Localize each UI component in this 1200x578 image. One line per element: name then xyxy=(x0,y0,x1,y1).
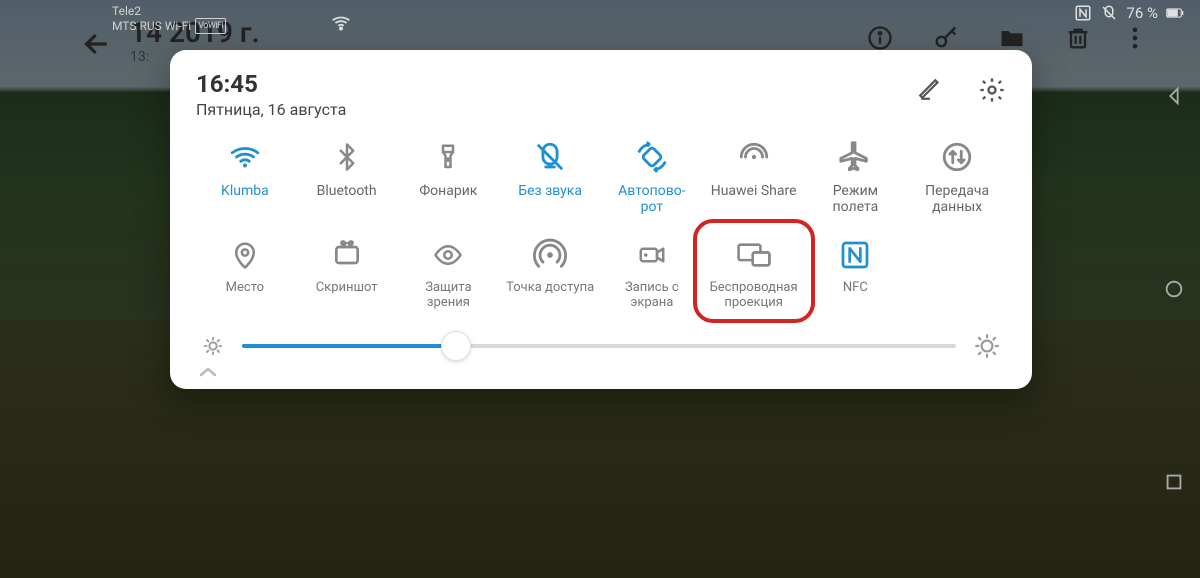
vowifi-badge: VoWiFi xyxy=(195,18,226,34)
status-bar: Tele2 MTS RUS Wi-Fi VoWiFi 76 % xyxy=(0,0,1200,52)
nfc-status-icon xyxy=(1074,4,1092,22)
qs-wifi[interactable]: Klumba xyxy=(196,139,294,215)
qs-nfc[interactable]: NFC xyxy=(807,237,905,313)
qs-label: Беспроводная проекция xyxy=(709,281,799,313)
qs-location[interactable]: Место xyxy=(196,237,294,313)
brightness-slider[interactable] xyxy=(196,333,1006,359)
nav-bar xyxy=(1154,0,1194,578)
qs-label: Защита зрения xyxy=(403,281,493,313)
qs-screenshot[interactable]: Скриншот xyxy=(298,237,396,313)
qs-share[interactable]: Huawei Share xyxy=(705,139,803,215)
qs-label: Klumba xyxy=(221,183,269,215)
data-icon xyxy=(939,139,975,175)
airplane-icon xyxy=(837,139,873,175)
nav-recent-icon[interactable] xyxy=(1163,471,1185,493)
qs-label: Запись с экрана xyxy=(607,281,697,313)
qs-data[interactable]: Передача данных xyxy=(908,139,1006,215)
gear-icon[interactable] xyxy=(978,76,1006,104)
qs-label: Автопово-рот xyxy=(618,183,685,215)
qs-mute[interactable]: Без звука xyxy=(501,139,599,215)
nav-home-icon[interactable] xyxy=(1163,278,1185,300)
eye-icon xyxy=(430,237,466,273)
nav-back-icon[interactable] xyxy=(1163,85,1185,107)
record-icon xyxy=(634,237,670,273)
wifi-icon xyxy=(227,139,263,175)
wifi-status-icon xyxy=(330,12,352,34)
autorotate-icon xyxy=(634,139,670,175)
qs-label: Передача данных xyxy=(912,183,1002,215)
mute-icon xyxy=(532,139,568,175)
qs-autorotate[interactable]: Автопово-рот xyxy=(603,139,701,215)
qs-label: Bluetooth xyxy=(317,183,377,215)
qs-label: Фонарик xyxy=(419,183,477,215)
qs-record[interactable]: Запись с экрана xyxy=(603,237,701,313)
qs-bluetooth[interactable]: Bluetooth xyxy=(298,139,396,215)
share-icon xyxy=(736,139,772,175)
quick-settings-grid: Klumba Bluetooth Фонарик Без звука Автопово-… xyxy=(196,139,1006,313)
qs-label: Без звука xyxy=(518,183,582,215)
panel-time: 16:45 xyxy=(196,72,346,96)
cast-icon xyxy=(736,237,772,273)
screenshot-icon xyxy=(329,237,365,273)
qs-label: Место xyxy=(226,281,264,313)
collapse-chevron-icon[interactable] xyxy=(196,359,1006,381)
qs-hotspot[interactable]: Точка доступа xyxy=(501,237,599,313)
qs-label: Режим полета xyxy=(810,183,900,215)
qs-flashlight[interactable]: Фонарик xyxy=(400,139,498,215)
carrier-2: MTS RUS Wi-Fi xyxy=(112,19,191,33)
brightness-high-icon xyxy=(974,333,1000,359)
qs-label: Скриншот xyxy=(316,281,378,313)
brightness-track[interactable] xyxy=(242,344,956,348)
mute-status-icon xyxy=(1100,4,1118,22)
panel-date: Пятница, 16 августа xyxy=(196,100,346,119)
qs-eye[interactable]: Защита зрения xyxy=(400,237,498,313)
nfc-icon xyxy=(837,237,873,273)
qs-airplane[interactable]: Режим полета xyxy=(807,139,905,215)
location-icon xyxy=(227,237,263,273)
edit-icon[interactable] xyxy=(918,76,944,104)
flashlight-icon xyxy=(430,139,466,175)
hotspot-icon xyxy=(532,237,568,273)
qs-label: Huawei Share xyxy=(711,183,797,215)
brightness-thumb[interactable] xyxy=(441,331,471,361)
qs-cast[interactable]: Беспроводная проекция xyxy=(705,237,803,313)
qs-label: Точка доступа xyxy=(506,281,594,313)
bluetooth-icon xyxy=(329,139,365,175)
brightness-low-icon xyxy=(202,335,224,357)
carrier-1: Tele2 xyxy=(112,4,226,18)
qs-label: NFC xyxy=(843,281,868,313)
quick-settings-panel: 16:45 Пятница, 16 августа Klumba Bluetoot… xyxy=(170,50,1032,389)
